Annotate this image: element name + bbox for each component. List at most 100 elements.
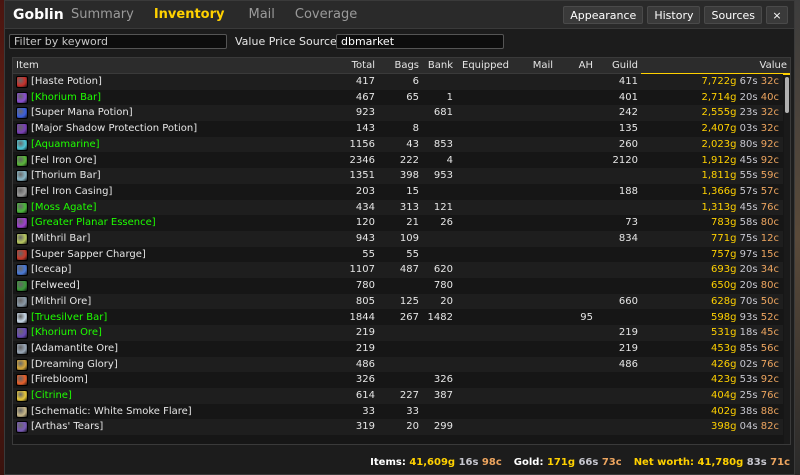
item-name[interactable]: [Haste Potion] [31,76,102,87]
item-name[interactable]: [Major Shadow Protection Potion] [31,123,197,134]
value-c: 76 [760,358,774,370]
value-s: 18 [739,327,753,339]
table-row[interactable]: [Schematic: White Smoke Flare] 33 33 402g 3… [13,403,783,420]
item-name[interactable]: [Super Sapper Charge] [31,249,146,260]
table-row[interactable]: [Arthas' Tears] 319 20 299 398g 04s 82c [13,419,783,436]
cell-bags: 487 [399,264,419,276]
table-row[interactable]: [Citrine] 614 227 387 404g 25s 76c [13,388,783,404]
value-s: 20 [739,91,753,103]
item-name[interactable]: [Mithril Bar] [31,233,90,244]
column-header-ah[interactable]: AH [553,60,593,71]
column-header-bank[interactable]: Bank [419,60,453,71]
value-g: 1,912 [701,154,731,166]
value-g: 1,313 [701,201,731,213]
appearance-button[interactable]: Appearance [563,6,644,24]
table-row[interactable]: [Mithril Bar] 943 109 834 771g 75s 12c [13,231,783,247]
table-row[interactable]: [Super Mana Potion] 923 681 242 2,555g 23s 3… [13,105,783,122]
item-name[interactable]: [Khorium Ore] [31,327,102,338]
cell-bank: 1482 [427,311,453,323]
keyword-filter-input[interactable] [9,34,227,49]
item-icon [16,390,28,402]
cell-bank: 20 [440,295,453,307]
item-name[interactable]: [Greater Planar Essence] [31,217,156,228]
cell-bank: 953 [433,170,453,182]
item-name[interactable]: [Fel Iron Ore] [31,155,97,166]
item-name[interactable]: [Firebloom] [31,374,88,385]
value-g: 531 [711,327,731,339]
item-name[interactable]: [Adamantite Ore] [31,343,118,354]
value-s: 97 [739,248,753,260]
item-name[interactable]: [Khorium Bar] [31,92,101,103]
item-name[interactable]: [Truesilver Bar] [31,312,107,323]
table-row[interactable]: [Major Shadow Protection Potion] 143 8 135 2… [13,121,783,137]
sources-button[interactable]: Sources [704,6,762,24]
value-price-source-label: Value Price Source [235,35,337,48]
table-row[interactable]: [Felweed] 780 780 650g 20s 80c [13,278,783,294]
column-header-bags[interactable]: Bags [375,60,419,71]
value-c: 76 [760,201,774,213]
cell-bags: 125 [399,295,419,307]
tab-coverage[interactable]: Coverage [295,7,357,22]
value-g: 1,811 [701,170,731,182]
value-price-source-input[interactable]: dbmarket [336,34,504,49]
history-button[interactable]: History [647,6,701,24]
table-row[interactable]: [Fel Iron Ore] 2346 222 4 2120 1,912g 45s 92c [13,152,783,169]
item-name[interactable]: [Citrine] [31,390,72,401]
item-name[interactable]: [Mithril Ore] [31,296,91,307]
cell-total: 55 [362,248,375,260]
table-row[interactable]: [Truesilver Bar] 1844 267 1482 95 598g 93s 52… [13,309,783,326]
cell-value: 628g 70s 50c [711,295,779,307]
cell-bank: 326 [433,374,453,386]
item-name[interactable]: [Fel Iron Casing] [31,186,112,197]
header-bar: Goblin Summary Inventory Mail Coverage A… [5,1,794,29]
column-header-mail[interactable]: Mail [509,60,553,71]
value-g: 2,714 [701,91,731,103]
table-row[interactable]: [Super Sapper Charge] 55 55 757g 97s 15c [13,246,783,263]
scrollbar-thumb[interactable] [785,77,789,113]
item-name[interactable]: [Felweed] [31,280,80,291]
table-row[interactable]: [Mithril Ore] 805 125 20 660 628g 70s 50c [13,293,783,310]
value-c: 32 [760,107,774,119]
table-row[interactable]: [Moss Agate] 434 313 121 1,313g 45s 76c [13,199,783,216]
cell-total: 219 [355,342,375,354]
cell-bags: 222 [399,154,419,166]
table-row[interactable]: [Khorium Bar] 467 65 1 401 2,714g 20s 40c [13,89,783,106]
cell-value: 398g 04s 82c [711,421,779,433]
item-name[interactable]: [Icecap] [31,264,71,275]
value-c: 88 [760,405,774,417]
value-s: 70 [739,295,753,307]
item-name[interactable]: [Arthas' Tears] [31,421,103,432]
app-title: Goblin [13,6,64,23]
net-worth-label: Net worth: [633,456,695,468]
item-icon [16,185,28,198]
item-name[interactable]: [Aquamarine] [31,139,100,150]
tab-mail[interactable]: Mail [249,7,275,22]
item-name[interactable]: [Super Mana Potion] [31,107,133,118]
column-header-total[interactable]: Total [331,60,375,71]
table-row[interactable]: [Firebloom] 326 326 423g 53s 92c [13,372,783,388]
table-scrollbar[interactable] [784,75,790,444]
item-name[interactable]: [Schematic: White Smoke Flare] [31,406,192,417]
close-button[interactable]: × [766,6,788,24]
item-name[interactable]: [Thorium Bar] [31,170,101,181]
table-row[interactable]: [Fel Iron Casing] 203 15 188 1,366g 57s 57c [13,183,783,200]
table-row[interactable]: [Aquamarine] 1156 43 853 260 2,023g 80s 92c [13,136,783,153]
column-header-guild[interactable]: Guild [593,60,638,71]
tab-inventory[interactable]: Inventory [154,7,225,22]
value-c: 76 [760,390,774,401]
table-row[interactable]: [Dreaming Glory] 486 486 426g 02s 76c [13,356,783,373]
column-header-value[interactable]: Value [641,60,790,75]
table-row[interactable]: [Thorium Bar] 1351 398 953 1,811g 55s 59c [13,168,783,184]
table-row[interactable]: [Adamantite Ore] 219 219 453g 85s 56c [13,340,783,357]
item-name[interactable]: [Moss Agate] [31,202,97,213]
table-row[interactable]: [Greater Planar Essence] 120 21 26 73 783g 58… [13,215,783,231]
value-s: 45 [739,201,753,213]
tab-summary[interactable]: Summary [71,7,134,22]
cell-total: 614 [355,390,375,401]
table-row[interactable]: [Khorium Ore] 219 219 531g 18s 45c [13,325,783,341]
table-row[interactable]: [Haste Potion] 417 6 411 7,722g 67s 32c [13,74,783,90]
item-name[interactable]: [Dreaming Glory] [31,359,118,370]
table-row[interactable]: [Icecap] 1107 487 620 693g 20s 34c [13,262,783,279]
column-header-item[interactable]: Item [16,60,39,71]
column-header-equipped[interactable]: Equipped [453,60,509,71]
